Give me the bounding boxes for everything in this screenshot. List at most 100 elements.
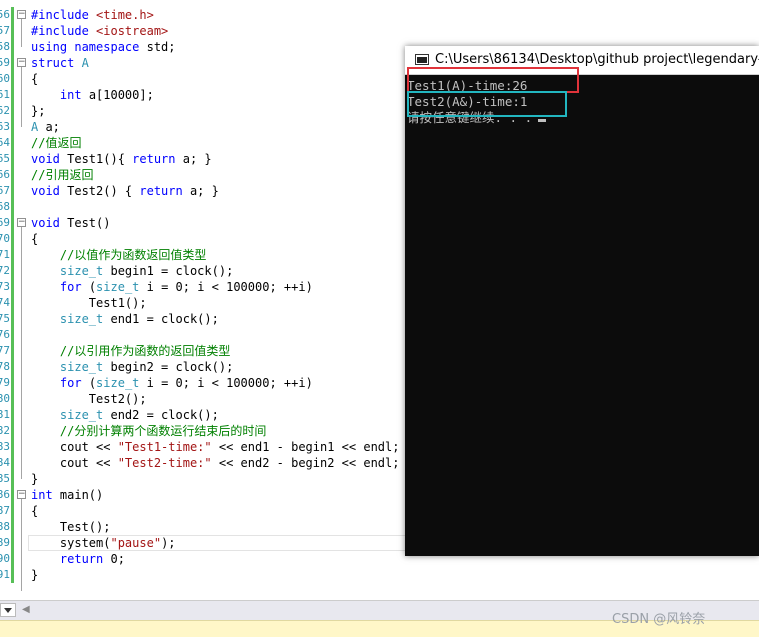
line-number: 59	[0, 56, 10, 69]
code-line[interactable]: void Test1(){ return a; }	[31, 151, 212, 167]
change-marker	[11, 487, 14, 583]
line-number: 73	[0, 280, 10, 293]
code-token: {	[31, 232, 39, 246]
code-token: #include	[31, 8, 97, 22]
code-line[interactable]: #include <time.h>	[31, 7, 154, 23]
fold-toggle-icon[interactable]: −	[17, 218, 26, 227]
code-line[interactable]: }	[31, 471, 38, 487]
console-window[interactable]: C:\Users\86134\Desktop\github project\le…	[405, 46, 759, 556]
line-number: 61	[0, 88, 10, 101]
code-token: main()	[59, 488, 104, 502]
console-app-icon	[415, 54, 429, 65]
fold-toggle-icon[interactable]: −	[17, 10, 26, 19]
code-line[interactable]: }	[31, 567, 38, 583]
code-token: A	[81, 56, 89, 70]
code-line[interactable]: void Test2() { return a; }	[31, 183, 219, 199]
code-token: namespace	[74, 40, 147, 54]
fold-toggle-icon[interactable]: −	[17, 490, 26, 499]
code-line[interactable]: size_t end1 = clock();	[31, 311, 219, 327]
code-line[interactable]: Test1();	[31, 295, 147, 311]
fold-guide	[21, 499, 22, 591]
line-number: 69	[0, 216, 10, 229]
code-line[interactable]: {	[31, 503, 38, 519]
code-line[interactable]: for (size_t i = 0; i < 100000; ++i)	[31, 279, 313, 295]
code-token: int	[59, 88, 89, 102]
fold-guide	[21, 19, 22, 47]
code-token: using	[31, 40, 75, 54]
line-number: 88	[0, 520, 10, 533]
code-line[interactable]: cout << "Test1-time:" << end1 - begin1 <…	[31, 439, 400, 455]
code-line[interactable]: //以引用作为函数的返回值类型	[31, 343, 230, 359]
code-token: return	[59, 552, 111, 566]
code-line[interactable]: //以值作为函数返回值类型	[31, 247, 206, 263]
code-line[interactable]: };	[31, 103, 45, 119]
code-line[interactable]: size_t end2 = clock();	[31, 407, 219, 423]
code-line[interactable]: A a;	[31, 119, 60, 135]
zoom-dropdown[interactable]	[0, 603, 16, 617]
line-number: 70	[0, 232, 10, 245]
code-line[interactable]: {	[31, 71, 38, 87]
code-token: void	[31, 184, 68, 198]
line-number: 62	[0, 104, 10, 117]
line-number: 86	[0, 488, 10, 501]
code-line[interactable]: for (size_t i = 0; i < 100000; ++i)	[31, 375, 313, 391]
line-number: 65	[0, 152, 10, 165]
line-number: 56	[0, 8, 10, 21]
code-line[interactable]: //值返回	[31, 135, 81, 151]
code-token: size_t	[59, 312, 111, 326]
code-token: //以值作为函数返回值类型	[59, 248, 207, 262]
line-number: 66	[0, 168, 10, 181]
code-line[interactable]: size_t begin1 = clock();	[31, 263, 233, 279]
code-token: }	[31, 472, 39, 486]
code-token: std;	[146, 40, 176, 54]
code-token: a; }	[189, 184, 219, 198]
code-token: A	[31, 120, 46, 134]
code-line[interactable]: //引用返回	[31, 167, 93, 183]
code-line[interactable]: //分别计算两个函数运行结束后的时间	[31, 423, 266, 439]
fold-toggle-icon[interactable]: −	[17, 58, 26, 67]
line-number: 67	[0, 184, 10, 197]
code-line[interactable]: Test2();	[31, 391, 147, 407]
code-line[interactable]: #include <iostream>	[31, 23, 168, 39]
code-token: void	[31, 216, 68, 230]
line-number: 75	[0, 312, 10, 325]
code-line[interactable]: struct A	[31, 55, 89, 71]
change-marker	[11, 39, 14, 487]
code-line[interactable]: using namespace std;	[31, 39, 176, 55]
line-number: 58	[0, 40, 10, 53]
code-line[interactable]: {	[31, 231, 38, 247]
line-number: 71	[0, 248, 10, 261]
code-line[interactable]: int main()	[31, 487, 103, 503]
code-token: end2 = clock();	[110, 408, 219, 422]
scroll-left-arrow-icon[interactable]: ◀	[22, 604, 30, 615]
code-token: Test1(){	[67, 152, 133, 166]
line-number: 91	[0, 568, 10, 581]
code-token: Test()	[67, 216, 111, 230]
line-number: 72	[0, 264, 10, 277]
line-number: 89	[0, 536, 10, 549]
code-line[interactable]: size_t begin2 = clock();	[31, 359, 233, 375]
code-token: return	[132, 152, 183, 166]
code-line[interactable]: cout << "Test2-time:" << end2 - begin2 <…	[31, 455, 400, 471]
code-line[interactable]: return 0;	[31, 551, 125, 567]
code-token: 0;	[110, 552, 125, 566]
code-token: };	[31, 104, 46, 118]
code-token: (	[88, 280, 97, 294]
code-token: Test();	[31, 520, 111, 534]
line-number: 81	[0, 408, 10, 421]
fold-guide	[21, 227, 22, 479]
code-token: <iostream>	[96, 24, 169, 38]
line-number: 83	[0, 440, 10, 453]
code-token: cout <<	[31, 456, 118, 470]
code-line[interactable]: system("pause");	[31, 535, 176, 551]
code-token: int	[31, 488, 60, 502]
code-line[interactable]: Test();	[31, 519, 111, 535]
code-line[interactable]: int a[10000];	[31, 87, 154, 103]
code-token: );	[161, 536, 176, 550]
code-line[interactable]: void Test()	[31, 215, 110, 231]
